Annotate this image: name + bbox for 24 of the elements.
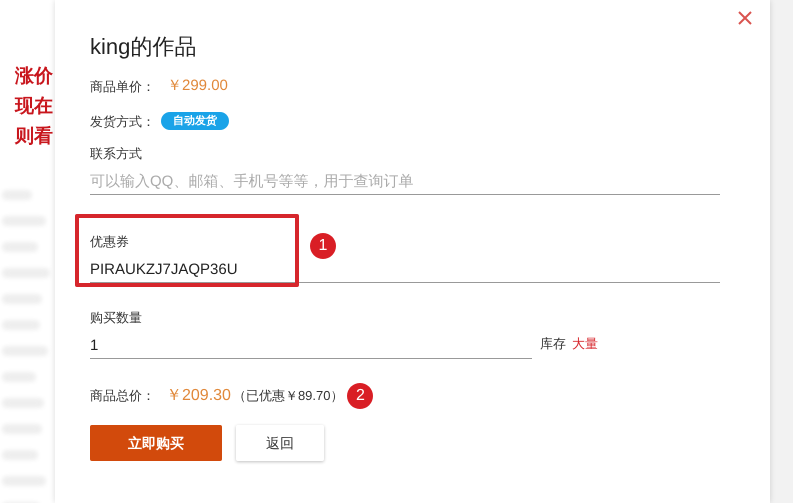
field-label: 优惠券: [90, 233, 129, 251]
stock-label: 库存: [540, 334, 566, 352]
contact-field[interactable]: 可以输入QQ、邮箱、手机号等等，用于查询订单: [90, 169, 720, 195]
annotation-marker: 2: [347, 383, 374, 409]
total-price: ￥209.30: [166, 386, 231, 406]
delivery-label: 发货方式：: [90, 112, 155, 130]
dialog-title: king的作品: [90, 33, 196, 61]
notice-text: 则看: [15, 124, 53, 149]
unit-price: ￥299.00: [167, 76, 228, 96]
field-label: 联系方式: [90, 145, 142, 163]
close-icon[interactable]: [738, 11, 752, 25]
stock-value: 大量: [572, 334, 598, 352]
back-button[interactable]: 返回: [236, 425, 324, 461]
delivery-tag: 自动发货: [161, 112, 229, 130]
notice-text: 现在: [15, 95, 53, 119]
quantity-field[interactable]: 1: [90, 333, 532, 359]
coupon-field[interactable]: PIRAUKZJ7JAQP36U: [90, 257, 720, 283]
field-label: 购买数量: [90, 309, 142, 327]
discount-text: （已优惠￥89.70）: [232, 387, 344, 406]
unit-price-label: 商品单价：: [90, 78, 155, 96]
annotation-marker: 1: [310, 233, 336, 259]
notice-text: 涨价: [15, 65, 53, 89]
buy-button[interactable]: 立即购买: [90, 425, 222, 461]
total-label: 商品总价：: [90, 387, 156, 406]
